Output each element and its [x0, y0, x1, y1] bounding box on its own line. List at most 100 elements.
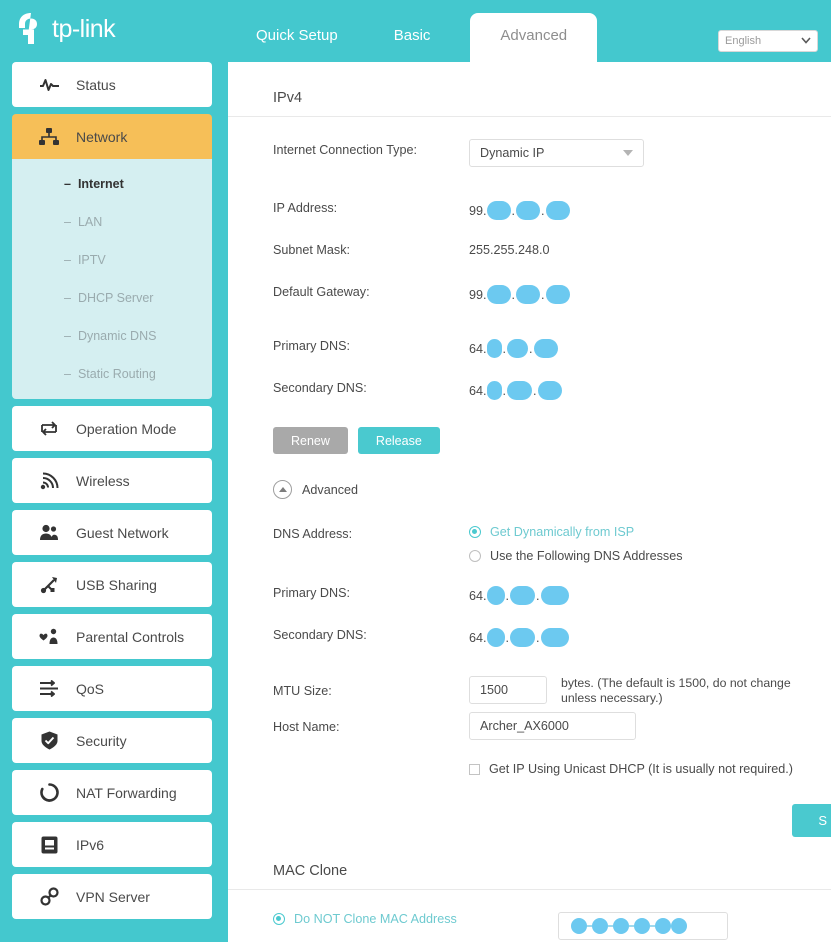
chevron-down-icon [801, 36, 811, 46]
tp-link-logo[interactable]: tp-link [14, 10, 116, 48]
redaction-blob [545, 201, 570, 220]
default-gateway-row: Default Gateway: 99. . . [228, 281, 831, 305]
checkbox-unicast-dhcp[interactable] [469, 763, 480, 775]
sidebar-label-dynamic-dns: Dynamic DNS [77, 329, 157, 343]
sidebar-item-iptv[interactable]: – IPTV [12, 247, 212, 273]
secondary-dns-value: 64. . . [469, 377, 562, 400]
tab-quick-setup[interactable]: Quick Setup [256, 27, 338, 62]
ip-address-prefix: 99. [469, 203, 487, 218]
unicast-dhcp-spacer [273, 760, 469, 764]
unicast-dhcp-label: Get IP Using Unicast DHCP (It is usually… [489, 762, 794, 776]
mac-clone-section-title: MAC Clone [228, 863, 831, 890]
dash-marker: – [64, 291, 71, 305]
sidebar-item-operation-mode[interactable]: Operation Mode [12, 406, 212, 451]
sidebar-item-qos[interactable]: QoS [12, 666, 212, 711]
router-admin-page: tp-link Quick Setup Basic Advanced Engli… [0, 0, 831, 942]
mac-clone-options: Do NOT Clone MAC Address Clone Current C… [273, 912, 512, 942]
dot-separator: . [541, 287, 545, 302]
redaction-blob [670, 918, 687, 934]
sidebar-item-status[interactable]: Status [12, 62, 212, 107]
ipv4-section-title: IPv4 [228, 62, 831, 117]
tab-advanced[interactable]: Advanced [470, 13, 598, 62]
save-button-container: S [228, 804, 831, 837]
dash-marker: – [64, 177, 71, 191]
top-header-bar: tp-link Quick Setup Basic Advanced Engli… [0, 0, 831, 62]
sidebar-label-ipv6: IPv6 [76, 836, 105, 853]
sidebar-item-security[interactable]: Security [12, 718, 212, 763]
save-button[interactable]: S [792, 804, 831, 837]
dash-marker: – [64, 253, 71, 267]
sidebar-item-dynamic-dns[interactable]: – Dynamic DNS [12, 323, 212, 349]
redaction-blob [633, 918, 650, 934]
sidebar-label-qos: QoS [76, 680, 105, 697]
shield-icon [38, 730, 60, 752]
wifi-signal-icon [38, 470, 60, 492]
dns-option-dynamic-label: Get Dynamically from ISP [490, 525, 635, 539]
dash-marker: – [64, 329, 71, 343]
dot-separator: . [536, 588, 540, 603]
mtu-size-field-group: 1500 bytes. (The default is 1500, do not… [469, 676, 811, 706]
dot-separator: . [533, 383, 537, 398]
primary-dns-value: 64. . . [469, 335, 558, 358]
radio-do-not-clone[interactable] [273, 913, 285, 925]
redaction-blob [533, 339, 558, 358]
default-gateway-label: Default Gateway: [273, 285, 370, 299]
advanced-primary-dns-row: Primary DNS: 64. . . [228, 582, 831, 606]
mac-separator [586, 925, 592, 927]
mtu-size-input[interactable]: 1500 [469, 676, 547, 704]
advanced-toggle-label: Advanced [302, 482, 359, 497]
sidebar-label-network: Network [76, 128, 128, 145]
advanced-secondary-dns-value: 64. . . [469, 624, 569, 647]
sidebar-item-vpn-server[interactable]: VPN Server [12, 874, 212, 919]
sidebar-item-lan[interactable]: – LAN [12, 209, 212, 235]
sidebar-item-nat-forwarding[interactable]: NAT Forwarding [12, 770, 212, 815]
release-button[interactable]: Release [357, 427, 440, 454]
advanced-primary-dns-value: 64. . . [469, 582, 569, 605]
sidebar-item-network[interactable]: Network [12, 114, 212, 159]
host-name-input[interactable]: Archer_AX6000 [469, 712, 636, 740]
mac-option-do-not-clone-row[interactable]: Do NOT Clone MAC Address [273, 912, 512, 926]
redaction-blob [540, 586, 569, 605]
sidebar-item-ipv6[interactable]: IPv6 [12, 822, 212, 867]
sidebar-label-parental-controls: Parental Controls [76, 628, 185, 645]
connection-type-label: Internet Connection Type: [273, 143, 417, 157]
renew-button[interactable]: Renew [273, 427, 348, 454]
dot-separator: . [502, 383, 507, 398]
connection-type-select[interactable]: Dynamic IP [469, 139, 644, 167]
refresh-icon [38, 782, 60, 804]
tp-link-logo-mark [14, 10, 48, 48]
mac-separator [607, 925, 613, 927]
unicast-dhcp-option[interactable]: Get IP Using Unicast DHCP (It is usually… [469, 760, 793, 776]
unicast-dhcp-row: Get IP Using Unicast DHCP (It is usually… [228, 760, 831, 784]
language-selector[interactable]: English [718, 30, 818, 52]
sidebar-item-internet[interactable]: – Internet [12, 171, 212, 197]
sidebar-item-usb-sharing[interactable]: USB Sharing [12, 562, 212, 607]
sidebar-item-parental-controls[interactable]: Parental Controls [12, 614, 212, 659]
language-label: English [725, 35, 762, 47]
people-icon [38, 522, 60, 544]
qos-arrows-icon [38, 678, 60, 700]
redaction-blob [486, 285, 511, 304]
radio-dns-manual[interactable] [469, 550, 481, 562]
gateway-prefix: 99. [469, 287, 487, 302]
dot-separator: . [536, 630, 540, 645]
mac-address-input[interactable] [557, 912, 728, 940]
redaction-blob [510, 628, 536, 647]
tab-basic[interactable]: Basic [394, 27, 431, 62]
sidebar-item-static-routing[interactable]: – Static Routing [12, 361, 212, 387]
main-tab-bar: Quick Setup Basic Advanced [228, 0, 609, 62]
sidebar-navigation: Status Network – Internet – LAN – IPTV –… [0, 62, 228, 942]
tp-link-logo-text: tp-link [52, 14, 116, 43]
dns-option-manual-row[interactable]: Use the Following DNS Addresses [469, 549, 683, 563]
secondary-dns-prefix: 64. [469, 383, 487, 398]
usb-icon [38, 574, 60, 596]
chevron-up-circle-icon [273, 480, 292, 499]
sidebar-item-guest-network[interactable]: Guest Network [12, 510, 212, 555]
sidebar-item-dhcp-server[interactable]: – DHCP Server [12, 285, 212, 311]
advanced-section-toggle[interactable]: Advanced [228, 480, 831, 499]
dns-address-options: Get Dynamically from ISP Use the Followi… [469, 523, 683, 563]
dns-option-manual-label: Use the Following DNS Addresses [490, 549, 683, 563]
dns-option-dynamic-row[interactable]: Get Dynamically from ISP [469, 525, 683, 539]
radio-dns-dynamic[interactable] [469, 526, 481, 538]
sidebar-item-wireless[interactable]: Wireless [12, 458, 212, 503]
